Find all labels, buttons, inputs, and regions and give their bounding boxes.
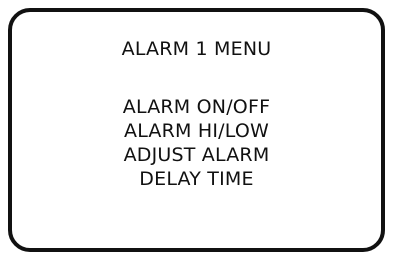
- menu-item-alarm-hi-low[interactable]: ALARM HI/LOW: [12, 119, 381, 143]
- menu-title: ALARM 1 MENU: [121, 38, 272, 60]
- menu-list: ALARM ON/OFF ALARM HI/LOW ADJUST ALARM D…: [12, 95, 381, 191]
- menu-item-alarm-on-off[interactable]: ALARM ON/OFF: [12, 95, 381, 119]
- display-screen: ALARM 1 MENU ALARM ON/OFF ALARM HI/LOW A…: [8, 8, 385, 252]
- menu-item-delay-time[interactable]: DELAY TIME: [12, 167, 381, 191]
- menu-item-adjust-alarm[interactable]: ADJUST ALARM: [12, 143, 381, 167]
